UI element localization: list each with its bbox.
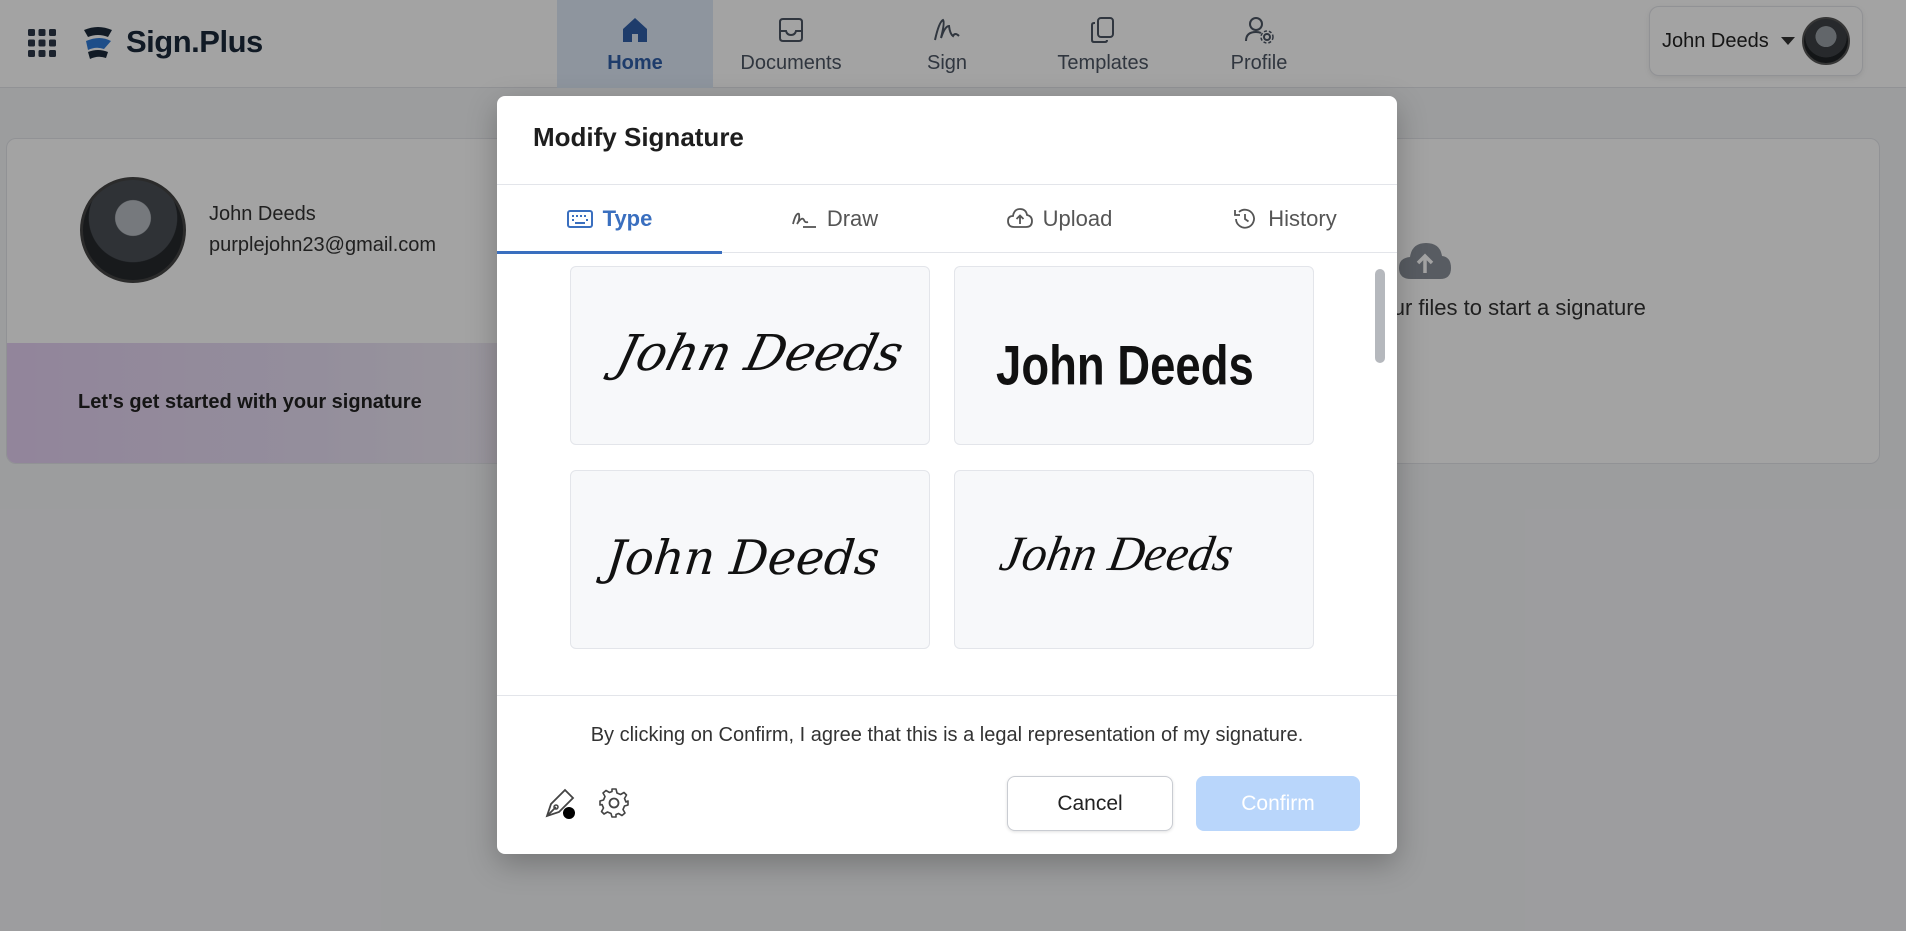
signature-option-1[interactable]: John Deeds bbox=[570, 266, 930, 445]
signature-option-2[interactable]: John Deeds bbox=[954, 266, 1314, 445]
signature-preview-2: John Deeds bbox=[996, 334, 1254, 396]
tab-upload[interactable]: Upload bbox=[947, 185, 1172, 253]
scrollbar-thumb[interactable] bbox=[1375, 269, 1385, 363]
signature-text-2: John Deeds bbox=[996, 334, 1254, 396]
signature-preview-4: John Deeds bbox=[996, 526, 1238, 581]
signature-options: John Deeds John Deeds John Deeds John De… bbox=[497, 253, 1397, 791]
tab-upload-label: Upload bbox=[1042, 206, 1113, 231]
signature-option-3[interactable]: John Deeds bbox=[570, 470, 930, 649]
modify-signature-dialog: Modify Signature Type Draw Upload Histor… bbox=[497, 96, 1397, 854]
divider bbox=[497, 695, 1397, 696]
cloud-upload-icon bbox=[1006, 208, 1033, 228]
signature-tabs: Type Draw Upload History bbox=[497, 185, 1397, 254]
legal-notice: By clicking on Confirm, I agree that thi… bbox=[590, 724, 1304, 746]
signature-text-1: John Deeds bbox=[602, 324, 909, 382]
tab-type-label: Type bbox=[602, 206, 653, 231]
cancel-button[interactable]: Cancel bbox=[1007, 776, 1173, 831]
tab-history[interactable]: History bbox=[1172, 185, 1397, 253]
signature-text-3: John Deeds bbox=[595, 531, 881, 586]
tab-history-label: History bbox=[1268, 206, 1337, 231]
keyboard-icon bbox=[566, 210, 593, 228]
signature-preview-3: John Deeds bbox=[595, 531, 881, 586]
signature-text-4: John Deeds bbox=[996, 526, 1238, 581]
settings-gear-icon[interactable] bbox=[598, 787, 630, 819]
draw-icon bbox=[791, 212, 816, 228]
confirm-button[interactable]: Confirm bbox=[1196, 776, 1360, 831]
signature-preview-1: John Deeds bbox=[602, 324, 909, 382]
tab-type[interactable]: Type bbox=[497, 185, 722, 254]
dialog-title: Modify Signature bbox=[533, 122, 744, 152]
pen-color-icon[interactable] bbox=[543, 786, 577, 820]
signature-option-4[interactable]: John Deeds bbox=[954, 470, 1314, 649]
history-icon bbox=[1234, 208, 1256, 229]
tab-draw-label: Draw bbox=[826, 206, 879, 231]
tab-draw[interactable]: Draw bbox=[722, 185, 947, 253]
